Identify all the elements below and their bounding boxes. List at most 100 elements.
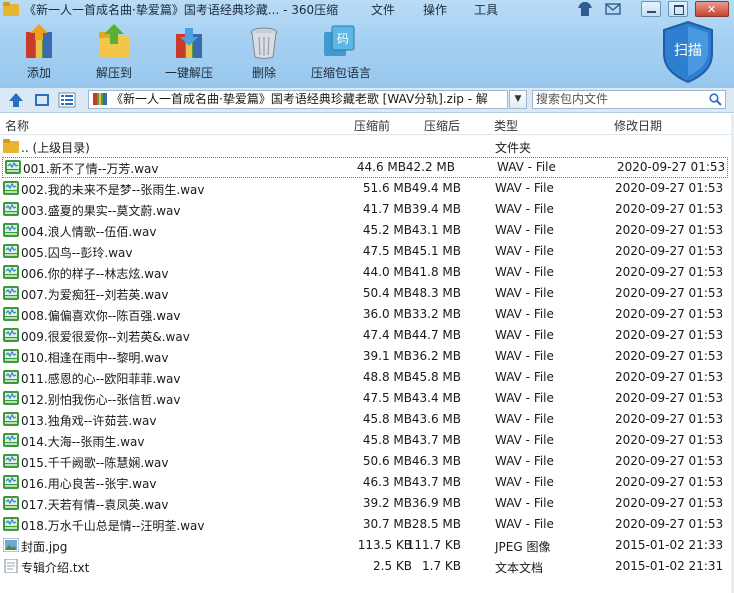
file-row[interactable]: 016.用心良苦--张宇.wav 46.3 MB 43.7 MB WAV - File… xyxy=(0,472,734,493)
file-size-after: 41.8 MB xyxy=(411,265,461,279)
file-row[interactable]: 008.偏偏喜欢你--陈百强.wav 36.0 MB 33.2 MB WAV - Fi… xyxy=(0,304,734,325)
scan-button[interactable]: 扫描 xyxy=(660,20,716,84)
file-date: 2020-09-27 01:53 xyxy=(615,328,724,342)
file-date: 2020-09-27 01:53 xyxy=(615,454,724,468)
file-date: 2020-09-27 01:53 xyxy=(615,181,724,195)
help-icon[interactable] xyxy=(605,1,621,17)
file-date: 2020-09-27 01:53 xyxy=(615,475,724,489)
file-size-before: 113.5 KB xyxy=(357,538,412,552)
one-click-extract-button[interactable]: 一键解压 xyxy=(161,24,217,81)
file-name: 010.相逢在雨中--黎明.wav xyxy=(21,351,169,365)
file-size-before: 46.3 MB xyxy=(362,475,412,489)
minimize-button[interactable] xyxy=(641,1,661,17)
file-size-after: 36.2 MB xyxy=(411,349,461,363)
trash-icon xyxy=(250,27,278,59)
file-date: 2020-09-27 01:53 xyxy=(615,412,724,426)
file-name: 018.万水千山总是情--汪明荃.wav xyxy=(21,519,205,533)
file-row[interactable]: 007.为爱痴狂--刘若英.wav 50.4 MB 48.3 MB WAV - Fil… xyxy=(0,283,734,304)
file-name: 006.你的样子--林志炫.wav xyxy=(21,267,169,281)
list-view-icon[interactable] xyxy=(58,91,76,109)
search-input[interactable]: 搜索包内文件 xyxy=(532,90,726,109)
file-date: 2020-09-27 01:53 xyxy=(615,286,724,300)
file-date: 2020-09-27 01:53 xyxy=(615,307,724,321)
close-button[interactable]: ✕ xyxy=(695,1,729,17)
path-field[interactable]: 《新一人一首成名曲·挚爱篇》国考语经典珍藏老歌 [WAV分轨].zip - 解 xyxy=(88,90,508,109)
file-type: WAV - File xyxy=(495,223,554,237)
archive-language-button[interactable]: 码 压缩包语言 xyxy=(311,24,371,81)
file-row[interactable]: 专辑介绍.txt 2.5 KB 1.7 KB 文本文档 2015-01-02 21:31 xyxy=(0,556,734,577)
file-name: 016.用心良苦--张宇.wav xyxy=(21,477,157,491)
thumbnail-view-icon[interactable] xyxy=(33,91,51,109)
file-size-after: 42.2 MB xyxy=(405,160,455,174)
menu-tools[interactable]: 工具 xyxy=(474,1,498,18)
column-header-name[interactable]: 名称 xyxy=(5,117,29,134)
file-row[interactable]: .. (上级目录) 文件夹 xyxy=(0,136,734,157)
file-row[interactable]: 012.别怕我伤心--张信哲.wav 47.5 MB 43.4 MB WAV - Fi… xyxy=(0,388,734,409)
wav-file-icon xyxy=(3,391,19,405)
title-bar: 《新一人一首成名曲·挚爱篇》国考语经典珍藏... - 360压缩 文件 操作 工… xyxy=(0,0,734,18)
file-size-before: 30.7 MB xyxy=(362,517,412,531)
file-size-before: 50.4 MB xyxy=(362,286,412,300)
file-size-before: 47.4 MB xyxy=(362,328,412,342)
file-row[interactable]: 015.千千阙歌--陈慧娴.wav 50.6 MB 46.3 MB WAV - Fil… xyxy=(0,451,734,472)
file-size-after: 39.4 MB xyxy=(411,202,461,216)
file-name: 011.感恩的心--欧阳菲菲.wav xyxy=(21,372,181,386)
wav-file-icon xyxy=(3,433,19,447)
file-row[interactable]: 002.我的未来不是梦--张雨生.wav 51.6 MB 49.4 MB WAV - … xyxy=(0,178,734,199)
file-row[interactable]: 006.你的样子--林志炫.wav 44.0 MB 41.8 MB WAV - Fil… xyxy=(0,262,734,283)
file-name: 007.为爱痴狂--刘若英.wav xyxy=(21,288,169,302)
column-header-modified[interactable]: 修改日期 xyxy=(614,117,662,134)
wav-file-icon xyxy=(3,307,19,321)
extract-button[interactable]: 解压到 xyxy=(86,24,142,81)
file-name: 专辑介绍.txt xyxy=(21,561,90,575)
close-icon: ✕ xyxy=(707,3,717,16)
zip-archive-icon xyxy=(93,93,107,105)
file-size-after: 48.3 MB xyxy=(411,286,461,300)
file-date: 2020-09-27 01:53 xyxy=(615,391,724,405)
file-row[interactable]: 018.万水千山总是情--汪明荃.wav 30.7 MB 28.5 MB WAV - … xyxy=(0,514,734,535)
delete-button[interactable]: 删除 xyxy=(236,24,292,81)
text-file-icon xyxy=(3,558,19,574)
file-row[interactable]: 014.大海--张雨生.wav 45.8 MB 43.7 MB WAV - File 2… xyxy=(0,430,734,451)
extract-label: 解压到 xyxy=(95,66,132,80)
file-row[interactable]: 017.天若有情--袁凤英.wav 39.2 MB 36.9 MB WAV - Fil… xyxy=(0,493,734,514)
add-button[interactable]: 添加 xyxy=(11,24,67,81)
file-row[interactable]: 封面.jpg 113.5 KB 111.7 KB JPEG 图像 2015-01-02 … xyxy=(0,535,734,556)
menu-operate[interactable]: 操作 xyxy=(423,1,447,18)
file-size-after: 49.4 MB xyxy=(411,181,461,195)
file-row[interactable]: 013.独角戏--许茹芸.wav 45.8 MB 43.6 MB WAV - File… xyxy=(0,409,734,430)
path-text: 《新一人一首成名曲·挚爱篇》国考语经典珍藏老歌 [WAV分轨].zip - 解 xyxy=(111,92,488,106)
file-row[interactable]: 003.盛夏的果实--莫文蔚.wav 41.7 MB 39.4 MB WAV - Fi… xyxy=(0,199,734,220)
wav-file-icon xyxy=(3,286,19,300)
file-date: 2020-09-27 01:53 xyxy=(615,349,724,363)
wav-file-icon xyxy=(3,517,19,531)
column-header-type[interactable]: 类型 xyxy=(494,117,518,134)
skin-icon[interactable] xyxy=(577,1,593,17)
maximize-button[interactable] xyxy=(668,1,688,17)
file-row[interactable]: 005.囚鸟--彭玲.wav 47.5 MB 45.1 MB WAV - File 20… xyxy=(0,241,734,262)
file-row[interactable]: 010.相逢在雨中--黎明.wav 39.1 MB 36.2 MB WAV - Fil… xyxy=(0,346,734,367)
file-row[interactable]: 009.很爱很爱你--刘若英&.wav 47.4 MB 44.7 MB WAV - F… xyxy=(0,325,734,346)
file-name: .. (上级目录) xyxy=(21,141,90,155)
file-size-before: 47.5 MB xyxy=(362,391,412,405)
file-size-after: 111.7 KB xyxy=(406,538,461,552)
file-type: WAV - File xyxy=(495,307,554,321)
menu-file[interactable]: 文件 xyxy=(371,1,395,18)
wav-file-icon xyxy=(3,244,19,258)
file-row[interactable]: 004.浪人情歌--伍佰.wav 45.2 MB 43.1 MB WAV - File… xyxy=(0,220,734,241)
column-header-compressed-before[interactable]: 压缩前 xyxy=(354,117,390,134)
file-size-before: 39.2 MB xyxy=(362,496,412,510)
file-size-before: 47.5 MB xyxy=(362,244,412,258)
file-row[interactable]: 011.感恩的心--欧阳菲菲.wav 48.8 MB 45.8 MB WAV - Fi… xyxy=(0,367,734,388)
up-arrow-icon[interactable] xyxy=(7,91,25,109)
extract-folder-icon xyxy=(99,24,129,58)
column-header-compressed-after[interactable]: 压缩后 xyxy=(424,117,460,134)
path-dropdown-button[interactable]: ▼ xyxy=(509,90,527,109)
search-icon[interactable] xyxy=(709,93,722,106)
file-type: WAV - File xyxy=(495,475,554,489)
svg-text:码: 码 xyxy=(337,32,349,46)
file-row[interactable]: 001.新不了情--万芳.wav 44.6 MB 42.2 MB WAV - File… xyxy=(2,157,728,178)
file-size-after: 43.4 MB xyxy=(411,391,461,405)
file-type: 文本文档 xyxy=(495,561,544,575)
file-name: 封面.jpg xyxy=(21,540,68,554)
